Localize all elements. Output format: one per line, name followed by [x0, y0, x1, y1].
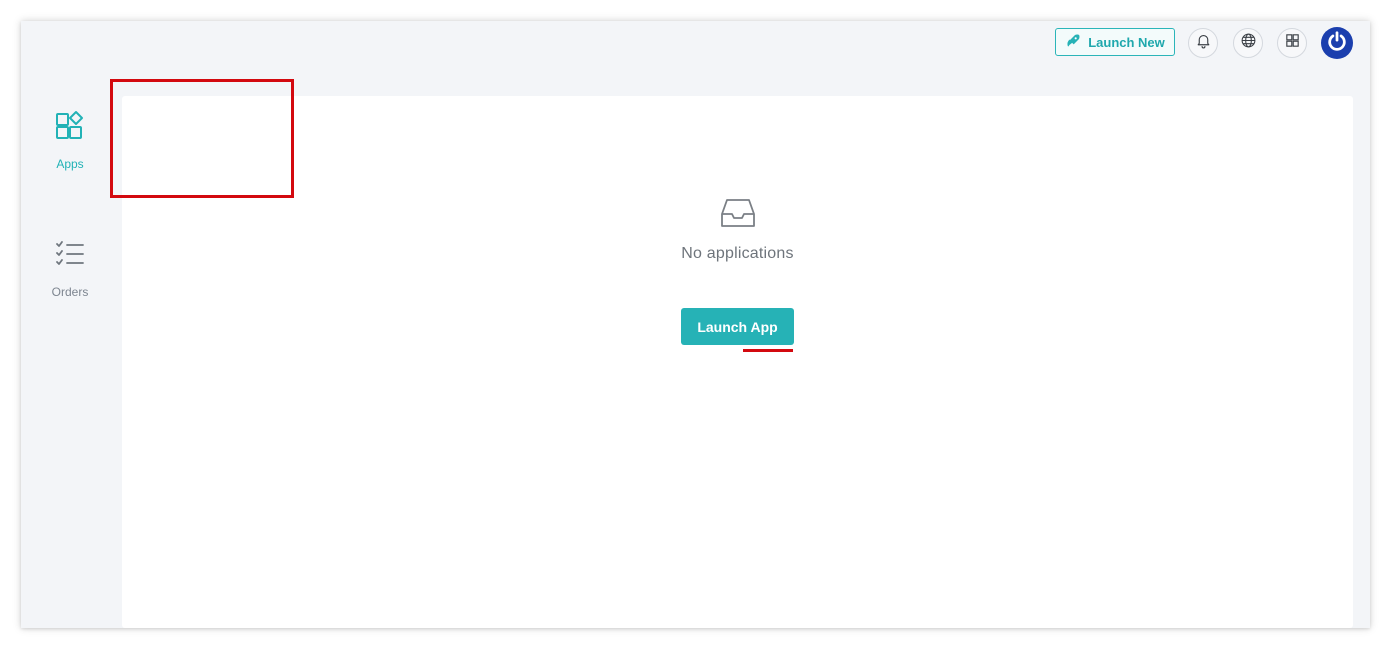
power-icon	[1326, 30, 1348, 57]
user-avatar-button[interactable]	[1321, 27, 1353, 59]
apps-grid-icon	[1284, 32, 1301, 54]
launch-app-button[interactable]: Launch App	[681, 308, 794, 345]
launch-new-button[interactable]: Launch New	[1055, 28, 1175, 56]
app-switcher-button[interactable]	[1277, 28, 1307, 58]
apps-icon	[54, 110, 86, 147]
language-button[interactable]	[1233, 28, 1263, 58]
orders-checklist-icon	[54, 238, 86, 275]
notifications-button[interactable]	[1188, 28, 1218, 58]
annotation-underline	[743, 349, 793, 352]
globe-icon	[1240, 32, 1257, 54]
sidebar-item-orders[interactable]: Orders	[21, 238, 119, 318]
sidebar: Apps Orders	[21, 96, 121, 628]
sidebar-item-label: Orders	[51, 285, 89, 299]
inbox-icon	[720, 198, 756, 228]
sidebar-item-label: Apps	[56, 157, 84, 171]
sidebar-item-apps[interactable]: Apps	[21, 110, 119, 190]
bell-icon	[1195, 32, 1212, 54]
main-content: No applications Launch App	[122, 96, 1353, 628]
launch-new-label: Launch New	[1088, 34, 1165, 50]
annotation-highlight-box	[110, 79, 294, 198]
empty-state-text: No applications	[681, 245, 794, 262]
rocket-icon	[1065, 33, 1081, 52]
